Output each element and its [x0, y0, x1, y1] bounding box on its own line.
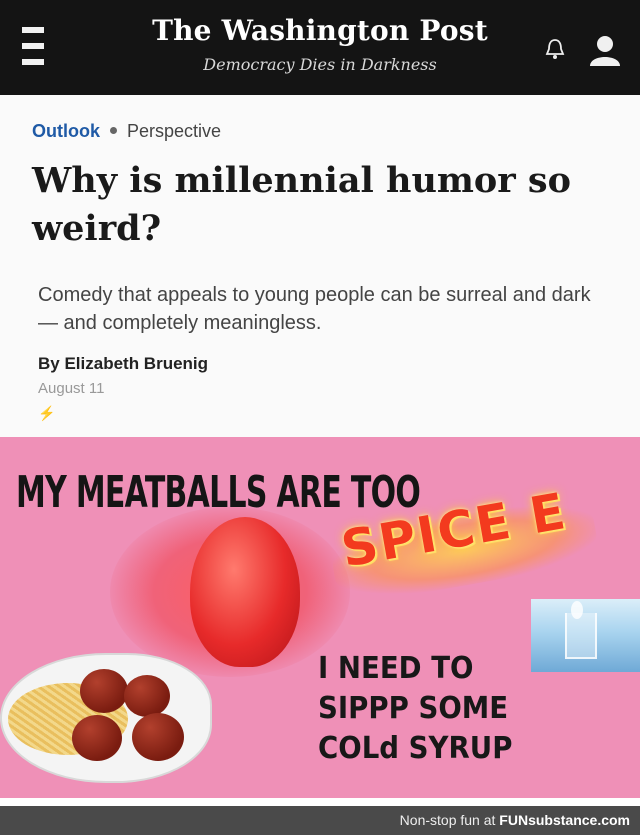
user-icon[interactable] — [588, 34, 622, 66]
meme-man-head-image — [190, 517, 300, 667]
meatball — [80, 669, 128, 713]
masthead[interactable]: The Washington Post Democracy Dies in Da… — [150, 14, 490, 74]
site-credit[interactable]: Non-stop fun at FUNsubstance.com — [400, 812, 630, 828]
meme-line: I NEED TO — [318, 651, 474, 686]
meatball — [132, 713, 184, 761]
meme-bottom-caption: I NEED TO SIPPP SOME COLd SYRUP — [318, 649, 512, 769]
watermark-bar: Non-stop fun at FUNsubstance.com — [0, 806, 640, 835]
lightning-bolt-icon: ⚡ — [38, 405, 56, 421]
meme-line: COLd SYRUP — [318, 731, 513, 766]
article-byline[interactable]: By Elizabeth Bruenig — [38, 354, 208, 374]
separator-dot — [110, 127, 117, 135]
spaghetti-meatballs-image — [0, 653, 212, 783]
divider — [0, 798, 640, 806]
article-subheadline: Comedy that appeals to young people can … — [38, 284, 591, 334]
bell-icon[interactable] — [545, 38, 565, 60]
meme-line: SIPPP SOME — [318, 691, 509, 726]
article-kicker: Outlook Perspective — [32, 121, 221, 142]
meatball — [124, 675, 170, 717]
article-headline: Why is millennial humor so weird? — [32, 160, 571, 249]
article-label: Perspective — [127, 121, 222, 141]
water-glass-image — [531, 599, 640, 672]
article-header: Outlook Perspective Why is millennial hum… — [0, 95, 640, 437]
site-logo[interactable]: The Washington Post — [150, 14, 490, 47]
meme-image: MY MEATBALLS ARE TOO SPICE E I NEED TO S… — [0, 437, 640, 798]
article-date: August 11 — [38, 380, 105, 397]
top-navigation-bar: The Washington Post Democracy Dies in Da… — [0, 0, 640, 95]
glass-shape — [565, 613, 597, 659]
meatball — [72, 715, 122, 761]
section-link[interactable]: Outlook — [32, 121, 100, 141]
credit-brand: FUNsubstance.com — [499, 812, 630, 828]
hamburger-menu-icon[interactable] — [22, 27, 44, 65]
credit-prefix: Non-stop fun at — [399, 812, 500, 828]
site-tagline: Democracy Dies in Darkness — [203, 55, 437, 74]
